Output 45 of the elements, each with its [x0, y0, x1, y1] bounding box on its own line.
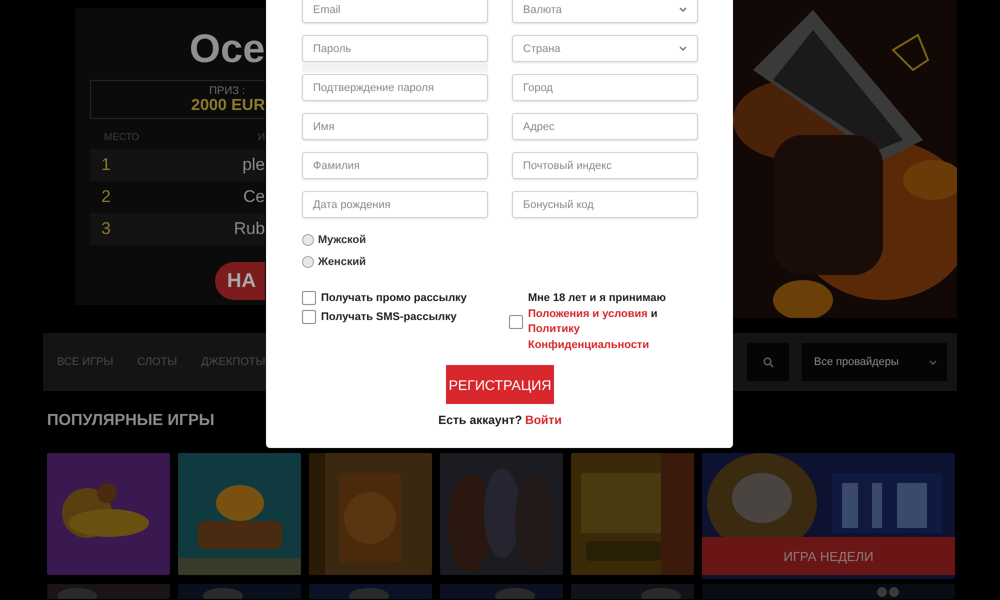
login-prompt: Есть аккаунт? Войти: [437, 413, 563, 427]
terms-text: Мне 18 лет и я принимаю Положения и условия и Политику Конфиденциальности: [528, 291, 698, 353]
radio-label: Женский: [318, 256, 366, 268]
game-of-week-banner: ИГРА НЕДЕЛИ: [702, 537, 955, 575]
chevron-icon: [679, 46, 687, 51]
place-number: 2: [100, 187, 112, 207]
player-name: Rub: [234, 219, 265, 239]
checkbox[interactable]: [509, 315, 523, 329]
section-title: ПОПУЛЯРНЫЕ ИГРЫ: [47, 412, 214, 430]
checkbox[interactable]: [302, 291, 316, 305]
input-field[interactable]: Пароль: [302, 35, 488, 62]
input-field[interactable]: Бонусный код: [512, 191, 698, 218]
search-button[interactable]: [747, 343, 789, 381]
radio-label: Мужской: [318, 234, 366, 246]
checkbox-label: Получать промо рассылку: [321, 292, 467, 304]
search-icon: [762, 356, 774, 368]
input-field[interactable]: Имя: [302, 113, 488, 140]
input-field[interactable]: Фамилия: [302, 152, 488, 179]
input-field[interactable]: Город: [512, 74, 698, 101]
select-field[interactable]: Валюта: [512, 0, 698, 23]
tournament-title: Осе: [189, 26, 265, 72]
input-field[interactable]: Email: [302, 0, 488, 23]
chevron-icon: [679, 7, 687, 12]
prize-label: ПРИЗ :: [209, 84, 245, 96]
input-field[interactable]: Почтовый индекс: [512, 152, 698, 179]
radio-button[interactable]: [302, 234, 314, 246]
prize-amount: 2000 EUR: [191, 96, 265, 114]
privacy-link[interactable]: Политику Конфиденциальности: [528, 322, 648, 353]
provider-select[interactable]: Все провайдеры: [802, 343, 947, 381]
place-number: 3: [100, 219, 112, 239]
chevron-icon: [929, 360, 937, 364]
player-name: ple: [242, 155, 265, 175]
player-name: Ce: [243, 187, 265, 207]
input-field[interactable]: Адрес: [512, 113, 698, 140]
input-field[interactable]: Дата рождения: [302, 191, 488, 218]
register-button[interactable]: РЕГИСТРАЦИЯ: [446, 365, 554, 404]
login-link[interactable]: Войти: [525, 413, 562, 427]
place-number: 1: [100, 155, 112, 175]
input-field[interactable]: Подтверждение пароля: [302, 74, 488, 101]
select-field[interactable]: Страна: [512, 35, 698, 62]
join-button[interactable]: НА: [215, 262, 265, 300]
terms-link[interactable]: Положения и условия: [528, 308, 648, 320]
radio-button[interactable]: [302, 256, 314, 268]
checkbox-label: Получать SMS-рассылку: [321, 311, 457, 323]
checkbox[interactable]: [302, 310, 316, 324]
